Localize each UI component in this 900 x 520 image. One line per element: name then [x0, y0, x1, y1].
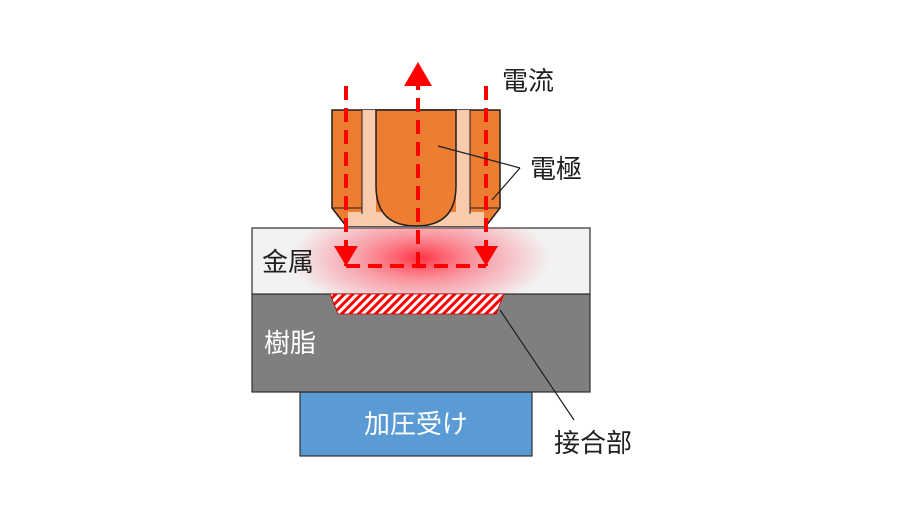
arrowhead-up-icon [404, 62, 432, 86]
pressure-support-label: 加圧受け [364, 410, 468, 440]
joint-label: 接合部 [554, 429, 632, 459]
metal-layer: 金属 [251, 227, 591, 295]
current-label: 電流 [502, 67, 554, 97]
pressure-support: 加圧受け [299, 391, 533, 457]
welding-diagram: 加圧受け 樹脂 金属 電流 電極 接合部 [251, 62, 632, 459]
resin-label: 樹脂 [264, 329, 316, 359]
electrode-label: 電極 [530, 155, 582, 185]
metal-label: 金属 [262, 248, 314, 278]
joint-zone [329, 293, 505, 315]
